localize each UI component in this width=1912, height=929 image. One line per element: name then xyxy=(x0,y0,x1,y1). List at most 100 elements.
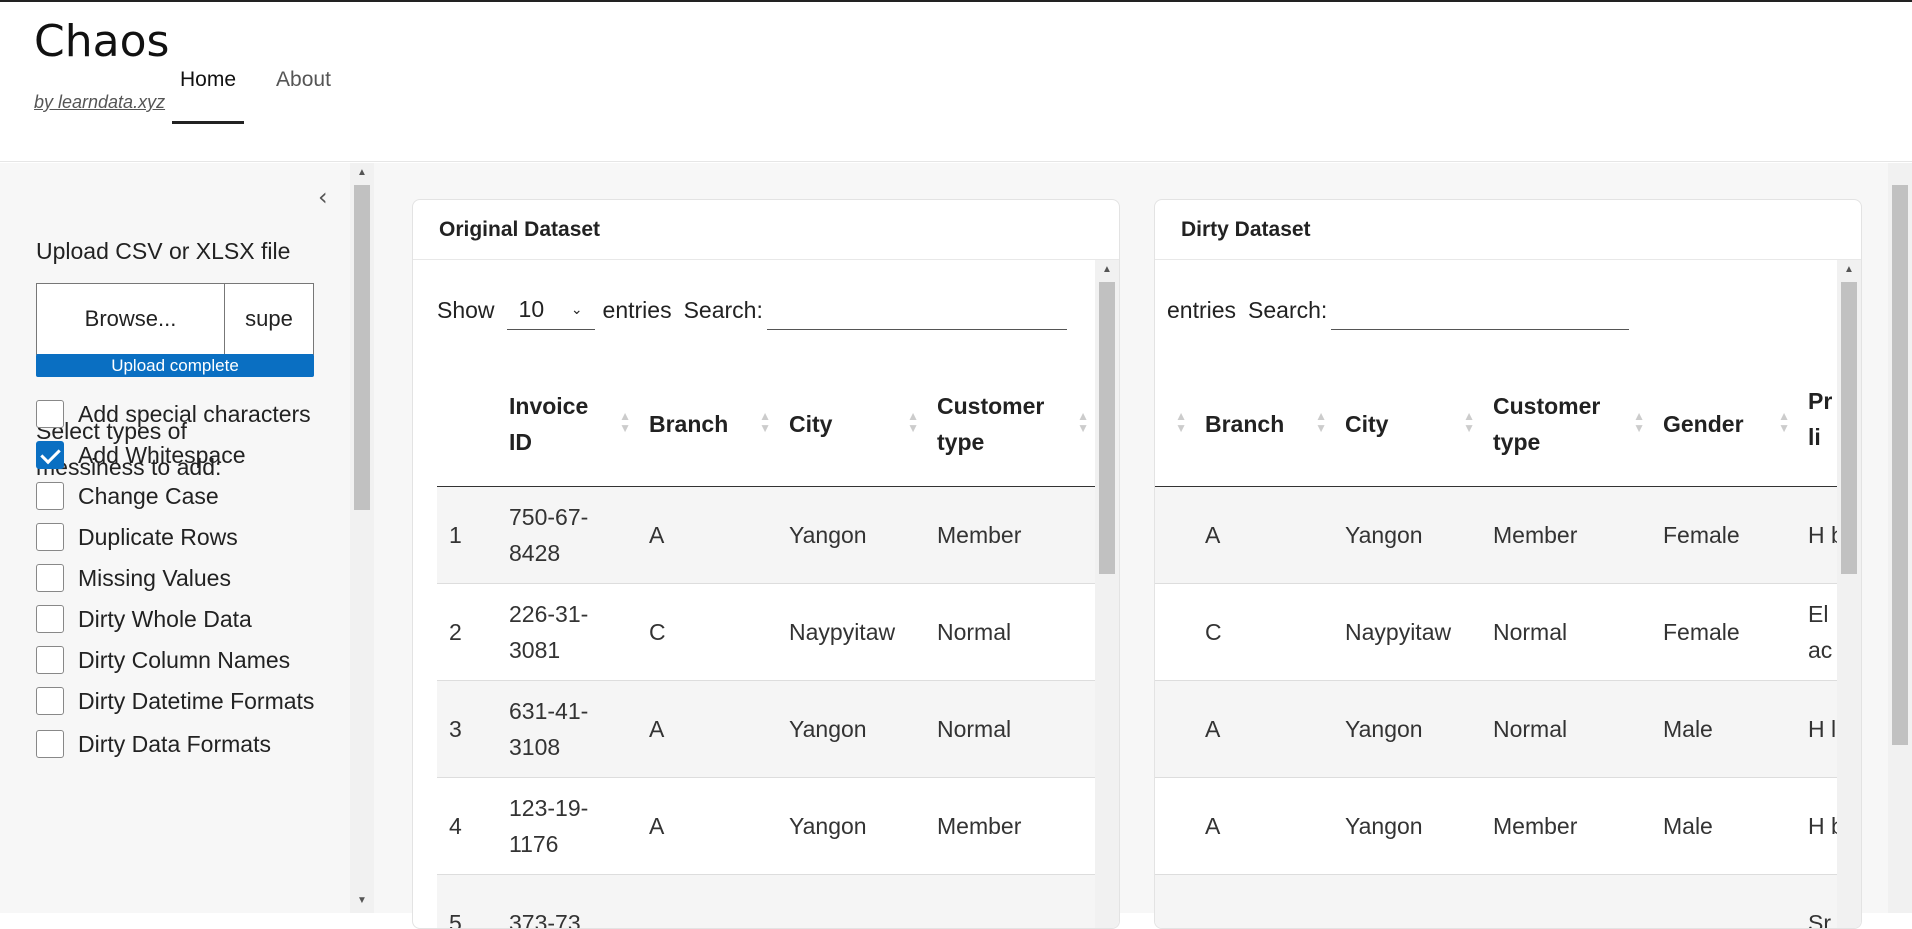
upload-label: Upload CSV or XLSX file xyxy=(36,238,291,264)
original-table-scrollbar[interactable]: ▲ xyxy=(1095,260,1119,928)
column-header[interactable]: City ▲ ▼ xyxy=(777,362,925,487)
table-cell: Male xyxy=(1651,679,1796,777)
brand: Chaos by learndata.xyz xyxy=(34,16,170,112)
checkbox[interactable] xyxy=(36,564,64,592)
column-header[interactable]: Branch ▲ ▼ xyxy=(637,362,777,487)
checkbox[interactable] xyxy=(36,687,64,715)
file-input[interactable]: Browse... supe xyxy=(36,283,314,355)
table-row[interactable]: 1 750-67-8428 A Yangon Member xyxy=(437,485,1095,583)
sort-icon: ▲ ▼ xyxy=(1077,408,1089,435)
table-row[interactable]: 2 226-31-3081 C Naypyitaw Normal xyxy=(437,582,1095,680)
sidebar-scrollbar[interactable]: ▲ ▼ xyxy=(350,163,374,913)
column-header-label: Gender xyxy=(1663,410,1744,437)
table-cell: Naypyitaw xyxy=(1333,582,1481,680)
table-row[interactable]: 3 631-41-3108 A Yangon Normal xyxy=(437,679,1095,777)
messiness-option[interactable]: Duplicate Rows xyxy=(36,519,316,555)
column-header[interactable]: Customer type ▲ ▼ xyxy=(1481,362,1651,487)
messiness-option[interactable]: Dirty Data Formats xyxy=(36,726,316,762)
collapse-sidebar-icon[interactable]: ‹ xyxy=(318,184,338,210)
table-cell: 373-73 xyxy=(497,873,637,928)
checkbox[interactable] xyxy=(36,400,64,428)
checkbox[interactable] xyxy=(36,482,64,510)
column-header[interactable]: City ▲ ▼ xyxy=(1333,362,1481,487)
column-header[interactable]: Invoice ID ▲ ▼ xyxy=(497,362,637,487)
table-cell: Yangon xyxy=(1333,485,1481,583)
table-row[interactable]: -AYangonMemberMaleH be xyxy=(1155,776,1861,874)
search-input[interactable] xyxy=(766,290,1067,330)
dirty-table-area: entries Search: e▲▼ Branch ▲▼ City ▲▼ Cust… xyxy=(1155,260,1861,928)
table-cell: - xyxy=(1155,485,1193,583)
table-row[interactable]: 5 373-73 xyxy=(437,873,1095,928)
checkbox-label: Change Case xyxy=(78,483,219,509)
checkbox[interactable] xyxy=(36,730,64,758)
sidebar-scroll-thumb[interactable] xyxy=(354,185,370,510)
scroll-up-arrow[interactable]: ▲ xyxy=(1841,264,1857,275)
column-header-label: Customer type xyxy=(937,392,1045,455)
column-header-label: City xyxy=(789,410,833,437)
column-header[interactable] xyxy=(437,362,497,487)
show-label: Show xyxy=(437,296,495,323)
column-header[interactable]: Gender ▲ ▼ xyxy=(1651,362,1796,487)
dirty-scroll-thumb[interactable] xyxy=(1841,282,1857,574)
messiness-option[interactable]: Missing Values xyxy=(36,560,316,596)
checkbox[interactable] xyxy=(36,646,64,674)
messiness-option[interactable]: Dirty Datetime Formats xyxy=(36,683,316,719)
original-scroll-thumb[interactable] xyxy=(1099,282,1115,574)
column-header-label: Pr li xyxy=(1808,387,1833,450)
search-input[interactable] xyxy=(1331,290,1630,330)
scroll-down-arrow[interactable]: ▼ xyxy=(354,895,370,906)
table-cell: 631-41-3108 xyxy=(497,679,637,777)
tab-home[interactable]: Home xyxy=(172,62,245,124)
table-cell: C xyxy=(1193,582,1333,680)
nav-tabs: Home About xyxy=(172,62,363,124)
table-row[interactable]: -AYangonMemberFemaleH be xyxy=(1155,485,1861,583)
table-cell: A xyxy=(1193,485,1333,583)
checkbox-label: Dirty Datetime Formats xyxy=(78,688,315,714)
table-cell xyxy=(1481,873,1651,928)
original-dataset-title: Original Dataset xyxy=(413,200,1119,260)
browse-button[interactable]: Browse... xyxy=(36,283,225,355)
table-cell: 750-67-8428 xyxy=(497,485,637,583)
column-header-label: City xyxy=(1345,410,1389,437)
messiness-option[interactable]: Dirty Column Names xyxy=(36,642,316,678)
checkbox[interactable] xyxy=(36,523,64,551)
sort-icon: ▲ ▼ xyxy=(1633,408,1645,435)
table-cell: Yangon xyxy=(777,485,925,583)
search-label: Search: xyxy=(683,296,763,323)
dirty-data-table: e▲▼ Branch ▲▼ City ▲▼ Customer type ▲▼ Gend… xyxy=(1155,362,1861,928)
scroll-up-arrow[interactable]: ▲ xyxy=(1099,264,1115,275)
table-cell xyxy=(925,873,1095,928)
table-row[interactable]: -AYangonNormalMaleH lif xyxy=(1155,679,1861,777)
table-row[interactable]: -CNaypyitawNormalFemaleEl ac xyxy=(1155,582,1861,680)
scroll-up-arrow[interactable]: ▲ xyxy=(354,167,370,178)
file-name-field[interactable]: supe xyxy=(225,283,314,355)
entries-label: entries xyxy=(1167,296,1237,323)
app-subtitle-link[interactable]: by learndata.xyz xyxy=(34,92,165,113)
original-dataset-card: Original Dataset Show 10 ⌄ entries Search… xyxy=(412,199,1120,929)
table-cell: Normal xyxy=(925,582,1095,680)
table-controls: Show 10 ⌄ entries Search: xyxy=(437,288,1067,332)
messiness-option[interactable]: Change Case xyxy=(36,478,316,514)
column-header-label: Customer type xyxy=(1493,392,1601,455)
page-scrollbar[interactable] xyxy=(1888,163,1912,913)
table-cell: Member xyxy=(925,485,1095,583)
checkbox[interactable] xyxy=(36,441,64,469)
messiness-option[interactable]: Add special characters xyxy=(36,396,316,432)
column-header[interactable]: e▲▼ xyxy=(1155,362,1193,487)
sort-icon: ▲ ▼ xyxy=(1778,408,1790,435)
app-title: Chaos xyxy=(34,16,170,67)
column-header[interactable]: Branch ▲ ▼ xyxy=(1193,362,1333,487)
checkbox-label: Add Whitespace xyxy=(78,442,246,468)
column-header-label: Branch xyxy=(1205,410,1285,437)
page-scroll-thumb[interactable] xyxy=(1892,185,1908,745)
tab-about[interactable]: About xyxy=(268,62,339,124)
messiness-option[interactable]: Dirty Whole Data xyxy=(36,601,316,637)
table-row[interactable]: Sr xyxy=(1155,873,1861,928)
dirty-table-scrollbar[interactable]: ▲ xyxy=(1837,260,1861,928)
table-row[interactable]: 4 123-19-1176 A Yangon Member xyxy=(437,776,1095,874)
messiness-option[interactable]: Add Whitespace xyxy=(36,437,316,473)
column-header[interactable]: Customer type ▲ ▼ xyxy=(925,362,1095,487)
table-cell xyxy=(637,873,777,928)
checkbox[interactable] xyxy=(36,605,64,633)
entries-select[interactable]: 10 ⌄ xyxy=(506,290,595,330)
